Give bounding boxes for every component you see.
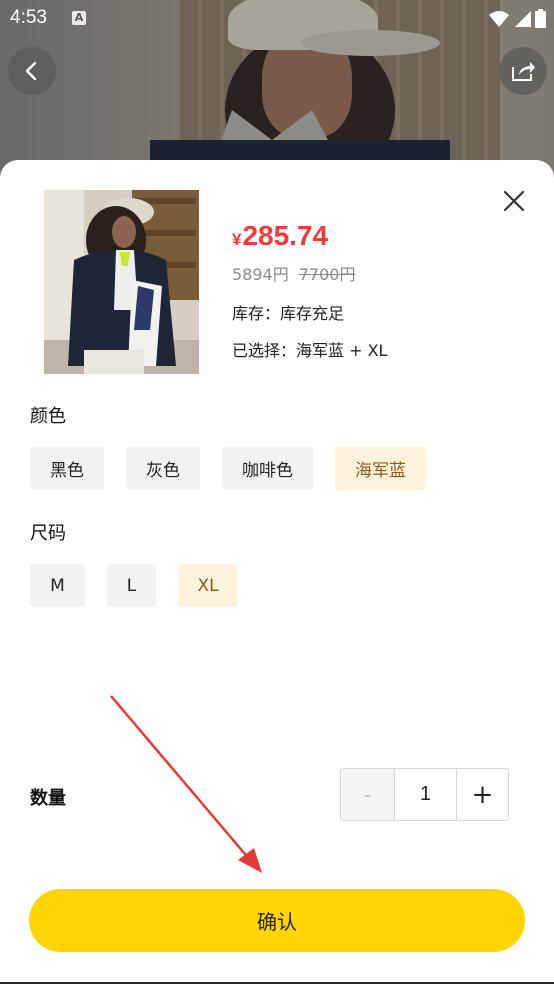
- color-options: 黑色 灰色 咖啡色 海军蓝: [30, 447, 426, 490]
- color-option-black[interactable]: 黑色: [30, 447, 104, 490]
- status-icons: [489, 9, 546, 28]
- battery-icon: [535, 9, 546, 28]
- quantity-value[interactable]: 1: [395, 769, 457, 820]
- quantity-decrease-button[interactable]: -: [341, 769, 395, 820]
- share-icon: [512, 62, 535, 81]
- color-section-title: 颜色: [30, 406, 66, 427]
- price-secondary: 5894円 7700円: [232, 261, 355, 285]
- member-price: 5894円: [232, 265, 289, 284]
- color-option-gray[interactable]: 灰色: [126, 447, 200, 490]
- product-thumbnail: [44, 190, 199, 374]
- close-button[interactable]: [495, 182, 533, 220]
- signal-icon: [515, 10, 531, 27]
- selected-summary: 已选择：海军蓝 + XL: [232, 341, 388, 360]
- price-amount: 285.74: [242, 220, 329, 251]
- size-option-xl[interactable]: XL: [178, 564, 238, 607]
- sku-selection-sheet: ¥285.74 5894円 7700円 库存：库存充足 已选择：海军蓝 + XL …: [0, 160, 554, 982]
- color-option-navy[interactable]: 海军蓝: [335, 447, 426, 490]
- current-price: ¥285.74: [232, 220, 328, 252]
- color-option-coffee[interactable]: 咖啡色: [222, 447, 313, 490]
- quantity-label: 数量: [30, 788, 66, 809]
- currency-symbol: ¥: [232, 230, 242, 249]
- status-bar: 4:53 A: [0, 0, 554, 36]
- close-icon: [503, 190, 525, 212]
- stock-status: 库存：库存充足: [232, 304, 345, 323]
- back-button[interactable]: [8, 47, 56, 95]
- size-options: M L XL: [30, 564, 238, 607]
- quantity-increase-button[interactable]: +: [457, 769, 508, 820]
- notification-a-icon: A: [72, 11, 86, 25]
- size-option-m[interactable]: M: [30, 564, 85, 607]
- share-button[interactable]: [499, 47, 547, 95]
- size-option-l[interactable]: L: [107, 564, 156, 607]
- confirm-button[interactable]: 确认: [29, 889, 525, 952]
- wifi-icon: [489, 10, 509, 27]
- quantity-stepper: - 1 +: [340, 768, 509, 821]
- size-section-title: 尺码: [30, 523, 66, 544]
- original-price: 7700円: [298, 265, 356, 284]
- status-time: 4:53: [10, 7, 47, 28]
- chevron-left-icon: [25, 61, 37, 81]
